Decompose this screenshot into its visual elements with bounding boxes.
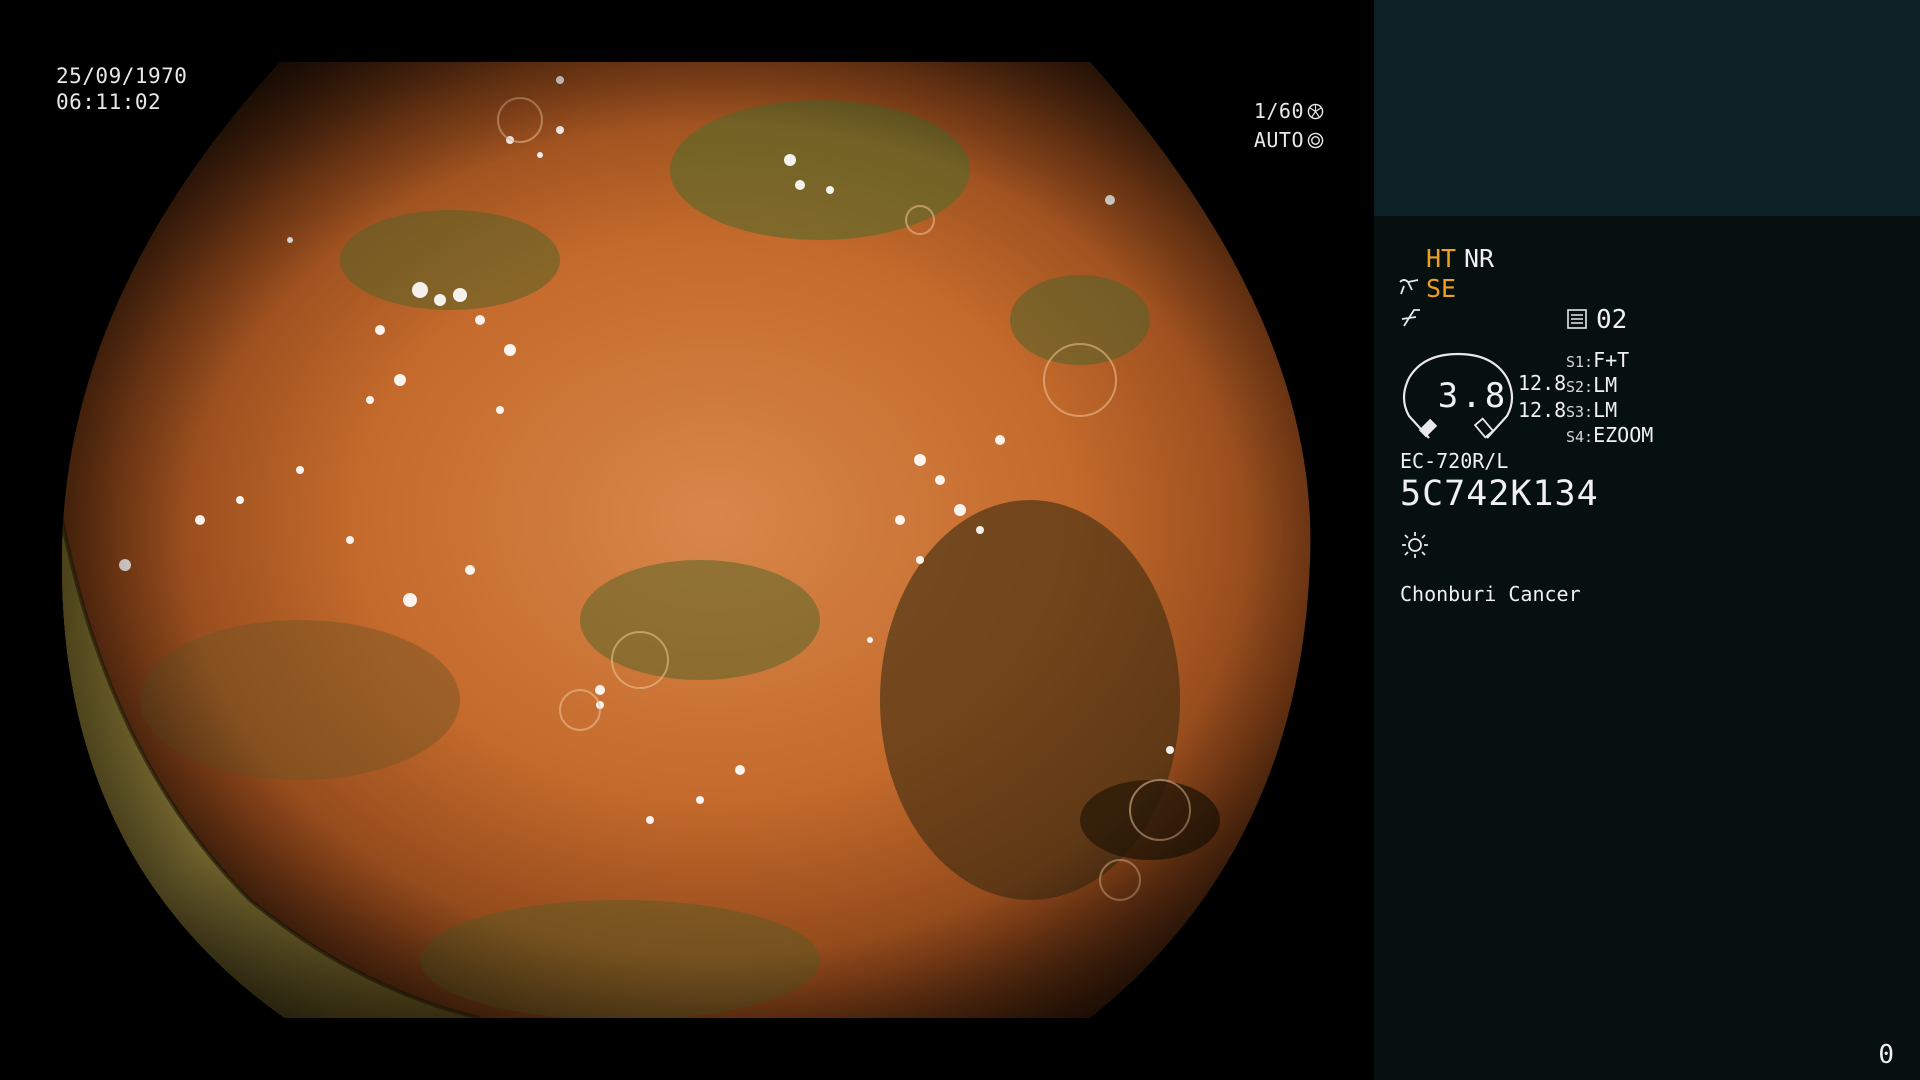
shutter-speed: 1/60	[1253, 99, 1304, 123]
panel-header-area	[1374, 0, 1920, 216]
info-panel: HT NR SE 02 3.8 12.8 12.8 S1:F+T S2:LM S…	[1374, 0, 1920, 1080]
slot-key: S3:	[1566, 403, 1594, 421]
light-source-icon	[1402, 532, 1428, 558]
freeze-icon	[1401, 309, 1420, 327]
slot-value: LM	[1593, 398, 1618, 422]
frame-counter: 0	[1878, 1040, 1894, 1070]
slot-3: S3:LM	[1566, 398, 1617, 422]
reading-b: 12.8	[1518, 398, 1567, 422]
reading-a: 12.8	[1518, 371, 1567, 395]
slot-value: F+T	[1593, 348, 1630, 372]
scope-model: EC-720R/L	[1400, 449, 1509, 473]
shutter-icon	[1307, 103, 1324, 120]
slot-key: S2:	[1566, 378, 1594, 396]
ht-indicator: HT	[1426, 244, 1457, 273]
endoscopy-viewer: 25/09/1970 06:11:02 1/60 AUTO	[0, 0, 1374, 1080]
timestamp: 25/09/1970 06:11:02	[56, 63, 187, 115]
date-text: 25/09/1970	[56, 64, 188, 88]
shutter-row: 1/60	[1254, 97, 1324, 126]
scope-serial: 5C742K134	[1400, 474, 1599, 514]
slot-4: S4:EZOOM	[1566, 423, 1653, 447]
time-text: 06:11:02	[56, 90, 162, 114]
slot-value: EZOOM	[1593, 423, 1654, 447]
slot-2: S2:LM	[1566, 373, 1617, 397]
slot-value: LM	[1593, 373, 1618, 397]
scope-enhance-icon	[1399, 279, 1419, 295]
gauge-value: 3.8	[1437, 376, 1509, 416]
exposure-settings: 1/60 AUTO	[1254, 97, 1324, 155]
document-icon	[1567, 309, 1587, 329]
hospital-name: Chonburi Cancer	[1400, 582, 1581, 606]
se-indicator: SE	[1426, 274, 1457, 303]
slot-1: S1:F+T	[1566, 348, 1629, 372]
slot-key: S1:	[1566, 353, 1594, 371]
nr-indicator: NR	[1464, 244, 1495, 273]
slot-key: S4:	[1566, 428, 1594, 446]
exposure-row: AUTO	[1254, 126, 1324, 155]
mode-number: 02	[1596, 305, 1628, 335]
iris-icon	[1307, 132, 1324, 149]
exposure-mode: AUTO	[1253, 128, 1304, 152]
endoscopic-image	[61, 62, 1311, 1018]
